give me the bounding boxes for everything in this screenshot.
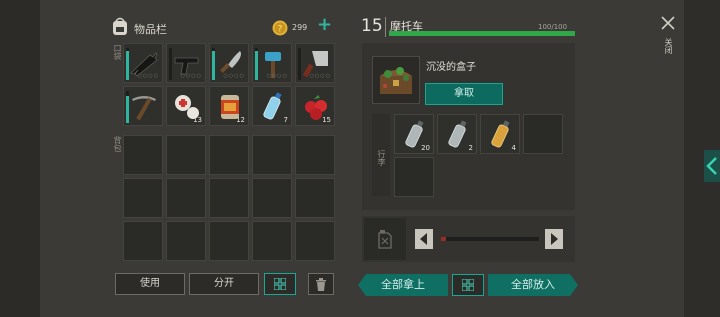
inventory-slot[interactable]: ○○○○ [209,43,249,83]
vehicle-level: 15 [361,16,383,36]
storage-label: 行李 [377,150,386,166]
vehicle-storage-slot[interactable]: 2 [437,114,477,154]
backpack-slot[interactable] [295,178,335,218]
item-quantity: 4 [511,144,516,152]
vehicle-storage-slot[interactable]: 4 [480,114,520,154]
empty-stars: ○○○○ [266,73,288,79]
inventory-slot[interactable]: ○○○○ [166,43,206,83]
use-button[interactable]: 使用 [115,273,185,295]
trash-button[interactable] [308,273,334,295]
item-quantity: 7 [283,116,288,124]
inventory-slot[interactable]: ○○○○ [123,43,163,83]
inventory-slot[interactable]: ○○○○ [295,43,335,83]
trash-icon [316,278,326,291]
split-button[interactable]: 分开 [189,273,259,295]
chevron-left-icon [706,157,717,175]
backpack-slot[interactable] [166,221,206,261]
found-item-name: 沉没的盒子 [426,62,476,73]
hp-bar-fill [389,31,575,36]
backpack-slot[interactable] [252,221,292,261]
backpack-slot[interactable] [209,135,249,175]
inventory-title: 物品栏 [134,23,167,36]
vehicle-storage-slot[interactable] [523,114,563,154]
item-quantity: 15 [322,116,331,124]
backpack-slot[interactable] [123,135,163,175]
item-quantity: 13 [193,116,202,124]
fuel-increase-button[interactable] [545,229,563,249]
expand-tab[interactable] [704,150,720,182]
inventory-slot[interactable]: ○○○○ [252,43,292,83]
found-item-slot[interactable] [372,56,420,104]
vehicle-storage-slot[interactable]: 20 [394,114,434,154]
item-quantity: 12 [236,116,245,124]
backpack-slot[interactable] [166,135,206,175]
sort-vehicle-button[interactable] [452,274,484,296]
backpack-slot[interactable] [123,221,163,261]
take-all-label: 全部拿上 [381,278,425,291]
treasure-chest-icon [380,67,412,94]
coin-icon: ? [272,20,288,36]
vehicle-hp: 100/100 [538,23,568,31]
close-icon [661,16,675,30]
empty-stars: ○○○○ [180,73,202,79]
inventory-slot[interactable]: 12 [209,86,249,126]
backpack-slot[interactable] [295,135,335,175]
backpack-slot[interactable] [252,135,292,175]
coin-count: 299 [292,23,308,32]
backpack-slot[interactable] [166,178,206,218]
put-all-label: 全部放入 [511,278,555,291]
backpack-slot[interactable] [209,221,249,261]
backpack-slot[interactable] [295,221,335,261]
empty-stars: ○○○○ [223,73,245,79]
inventory-slot[interactable]: 15 [295,86,335,126]
hp-bar-track [389,31,575,36]
backpack-icon [111,16,129,36]
take-button[interactable]: 拿取 [425,83,503,105]
backpack-slot[interactable] [209,178,249,218]
inventory-slot[interactable] [123,86,163,126]
triangle-left-icon [420,233,427,245]
empty-stars: ○○○○ [309,73,331,79]
grid-icon [273,277,287,291]
item-quantity: 2 [468,144,473,152]
close-label: 关闭 [664,38,673,54]
triangle-right-icon [551,233,558,245]
fuel-can-icon [378,230,392,249]
item-quantity: 20 [421,144,430,152]
hotbar-label: 口袋 [113,44,122,60]
add-coins-button[interactable]: + [317,16,333,34]
backpack-slot[interactable] [252,178,292,218]
backpack-slot[interactable] [123,178,163,218]
close-button[interactable]: 关闭 [656,12,680,72]
backpack-label: 背包 [113,136,122,152]
fuel-slider-fill [441,237,446,241]
empty-stars: ○○○○ [137,73,159,79]
vehicle-storage-slot[interactable] [394,157,434,197]
left-edge [0,0,40,317]
level-divider [385,17,386,37]
grid-icon [461,278,475,292]
fuel-decrease-button[interactable] [415,229,433,249]
fuel-slot[interactable] [364,218,406,260]
inventory-slot[interactable]: 13 [166,86,206,126]
sort-inventory-button[interactable] [264,273,296,295]
take-all-button[interactable]: 全部拿上 [358,274,448,296]
put-all-button[interactable]: 全部放入 [488,274,578,296]
inventory-slot[interactable]: 7 [252,86,292,126]
pickaxe-icon [132,96,156,121]
fuel-slider-track[interactable] [441,237,539,241]
svg-text:?: ? [278,25,283,35]
